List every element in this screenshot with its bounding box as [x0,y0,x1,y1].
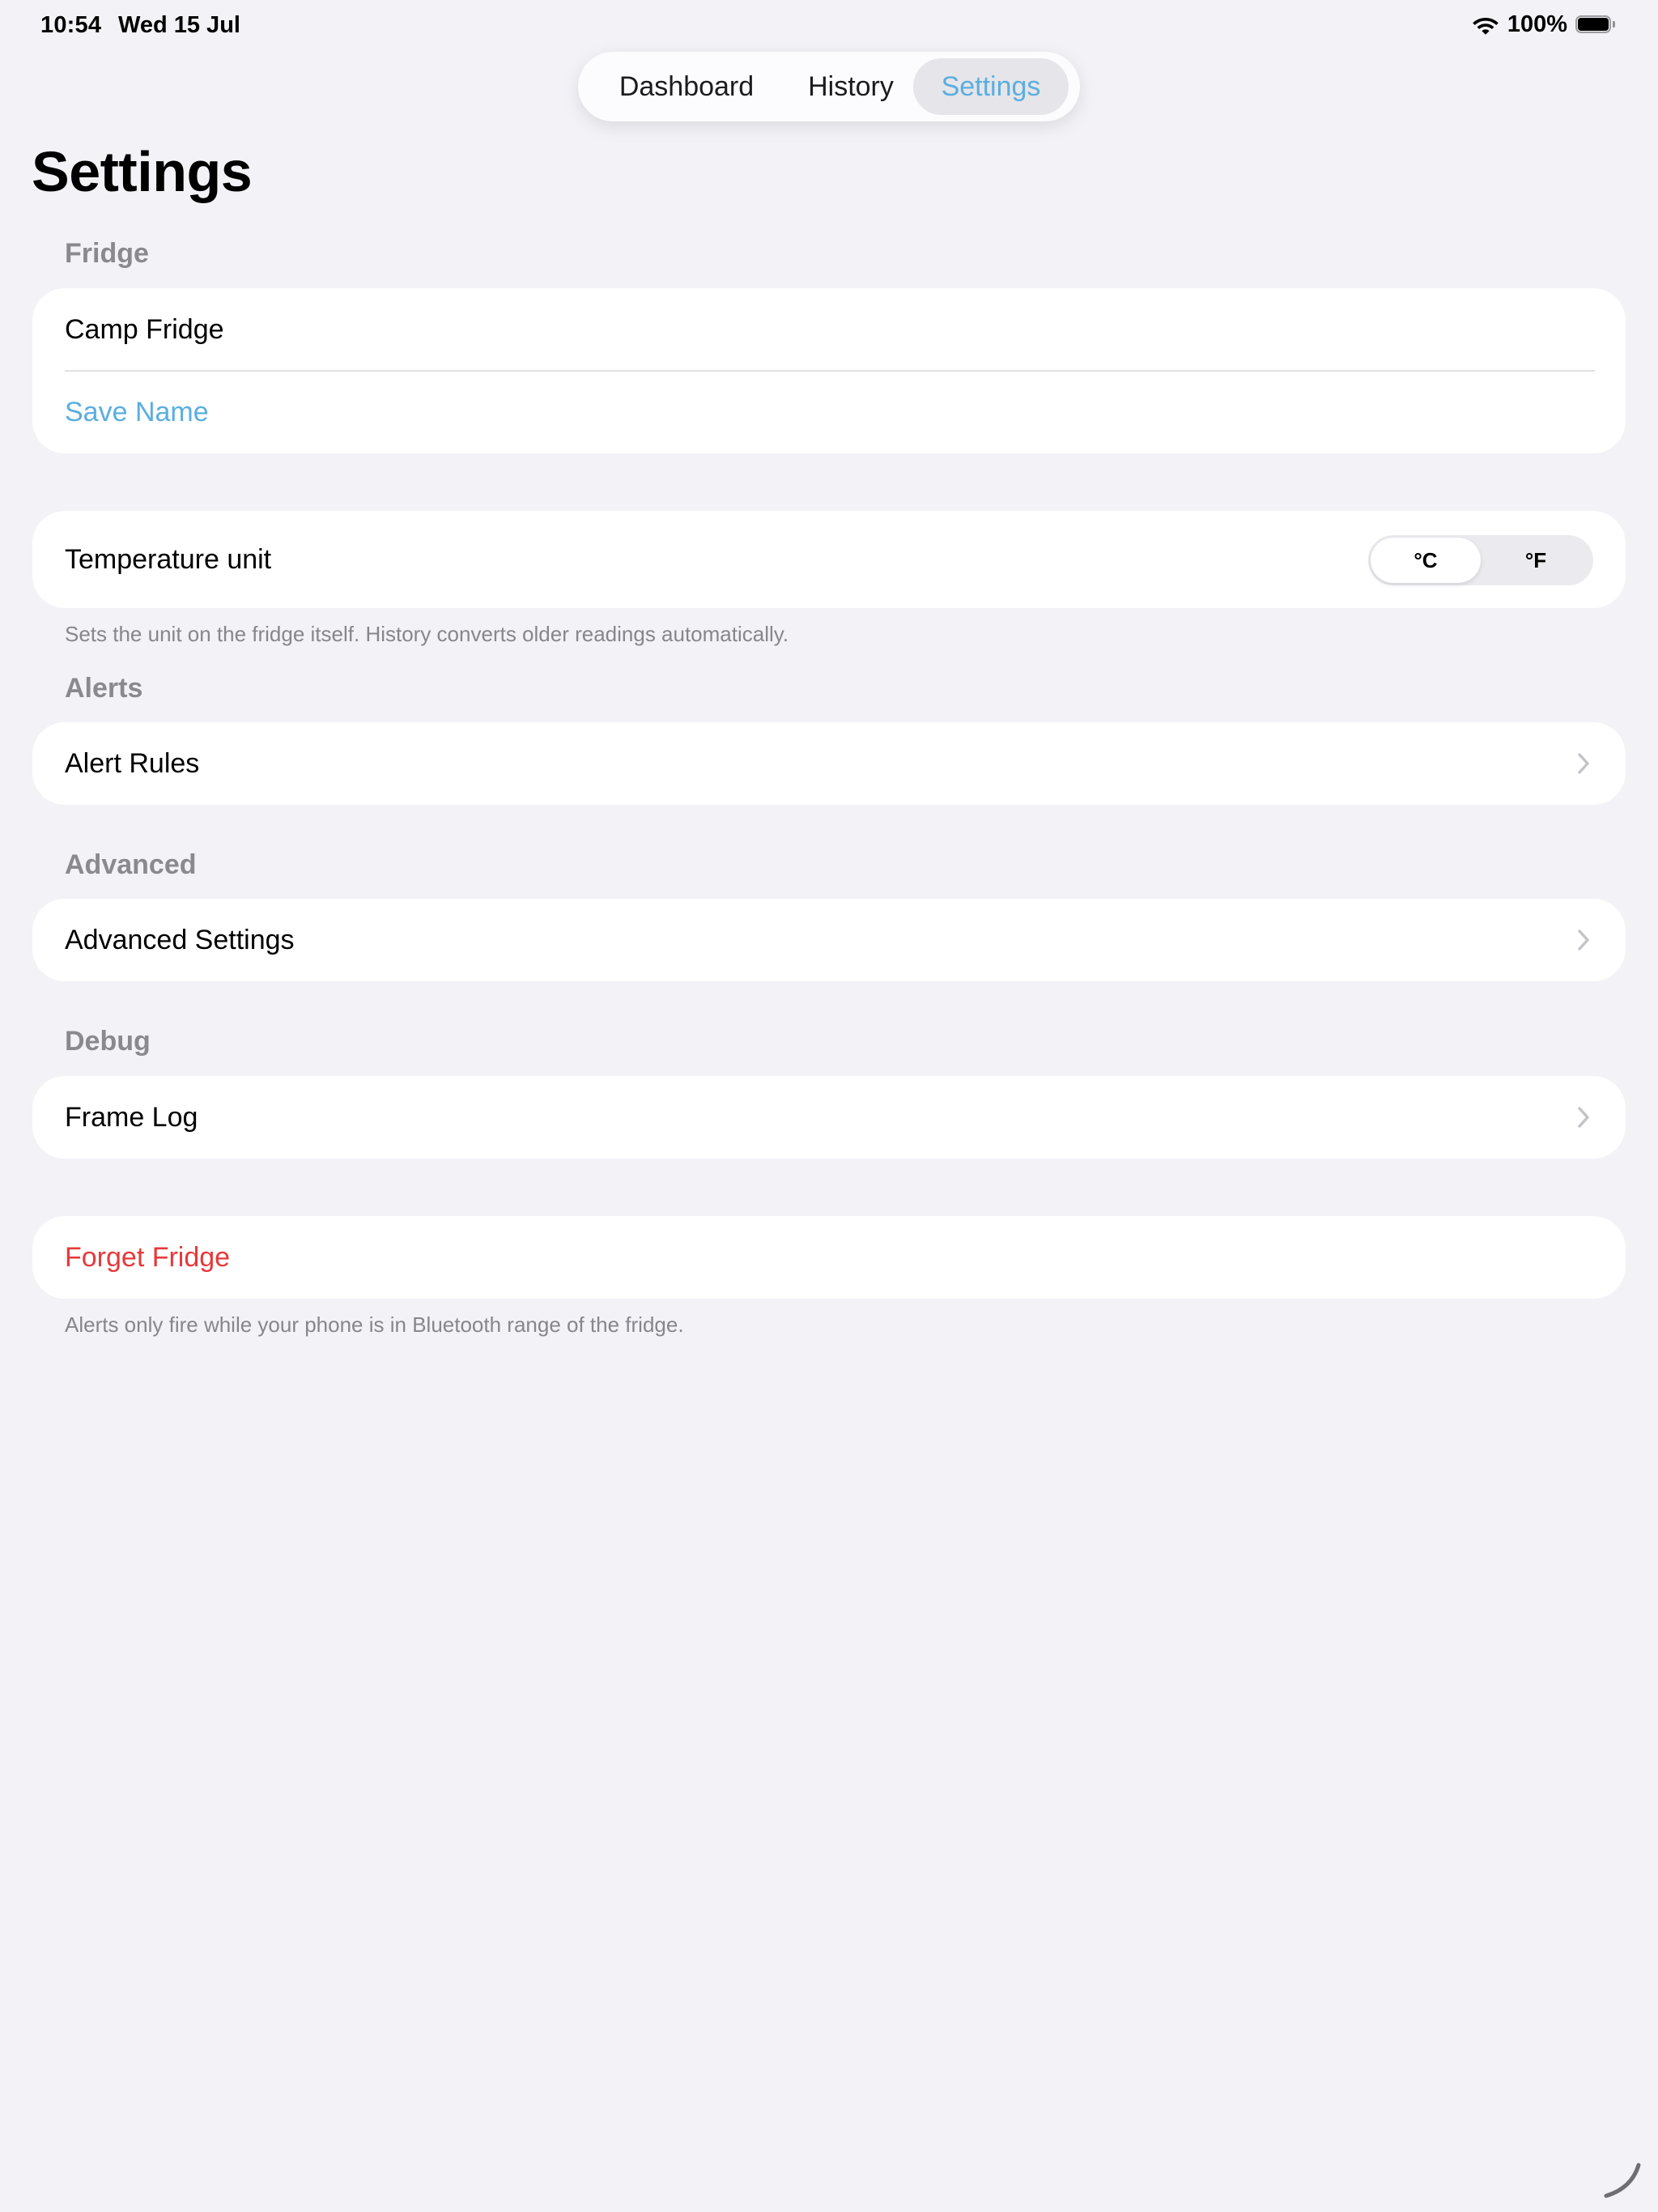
chevron-right-icon [1578,753,1589,774]
forget-fridge-button[interactable]: Forget Fridge [32,1216,1626,1299]
alert-rules-label: Alert Rules [65,747,200,779]
chevron-right-icon [1578,1107,1589,1128]
fridge-card: Camp Fridge Save Name [32,288,1626,453]
status-date: Wed 15 Jul [118,12,240,38]
temperature-footnote: Sets the unit on the fridge itself. Hist… [65,622,789,646]
advanced-settings-label: Advanced Settings [65,924,295,955]
chevron-right-icon [1578,929,1589,951]
status-bar: 10:54 Wed 15 Jul 100% [0,0,1658,52]
tab-history[interactable]: History [789,58,913,115]
advanced-settings-row[interactable]: Advanced Settings [32,899,1626,981]
frame-log-label: Frame Log [65,1101,198,1133]
corner-resize-icon [1604,2163,1641,2198]
section-header-debug: Debug [65,1026,151,1057]
temperature-unit-segmented-control: °C °F [1368,535,1593,585]
status-indicators: 100% [1472,11,1616,38]
temperature-card: Temperature unit °C °F [32,511,1626,608]
unit-celsius-option[interactable]: °C [1371,538,1481,583]
temperature-unit-row: Temperature unit °C °F [32,511,1626,608]
battery-percent: 100% [1507,11,1567,37]
alert-rules-row[interactable]: Alert Rules [32,722,1626,805]
frame-log-row[interactable]: Frame Log [32,1076,1626,1159]
temperature-unit-label: Temperature unit [65,543,272,575]
section-header-fridge: Fridge [65,238,149,269]
alerts-card: Alert Rules [32,722,1626,805]
tab-dashboard[interactable]: Dashboard [585,58,789,115]
unit-fahrenheit-option[interactable]: °F [1481,538,1591,583]
forget-card: Forget Fridge [32,1216,1626,1299]
page-title: Settings [32,140,253,203]
forget-footnote: Alerts only fire while your phone is in … [65,1312,684,1337]
save-name-button[interactable]: Save Name [32,371,1626,453]
wifi-icon [1473,17,1499,35]
section-header-advanced: Advanced [65,849,197,880]
section-header-alerts: Alerts [65,673,143,704]
debug-card: Frame Log [32,1076,1626,1159]
tab-settings[interactable]: Settings [913,58,1069,115]
advanced-card: Advanced Settings [32,899,1626,981]
fridge-name-field[interactable]: Camp Fridge [32,288,1626,371]
status-time: 10:54 [40,12,102,38]
battery-icon [1575,15,1616,35]
tab-switcher: Dashboard History Settings [578,52,1080,121]
